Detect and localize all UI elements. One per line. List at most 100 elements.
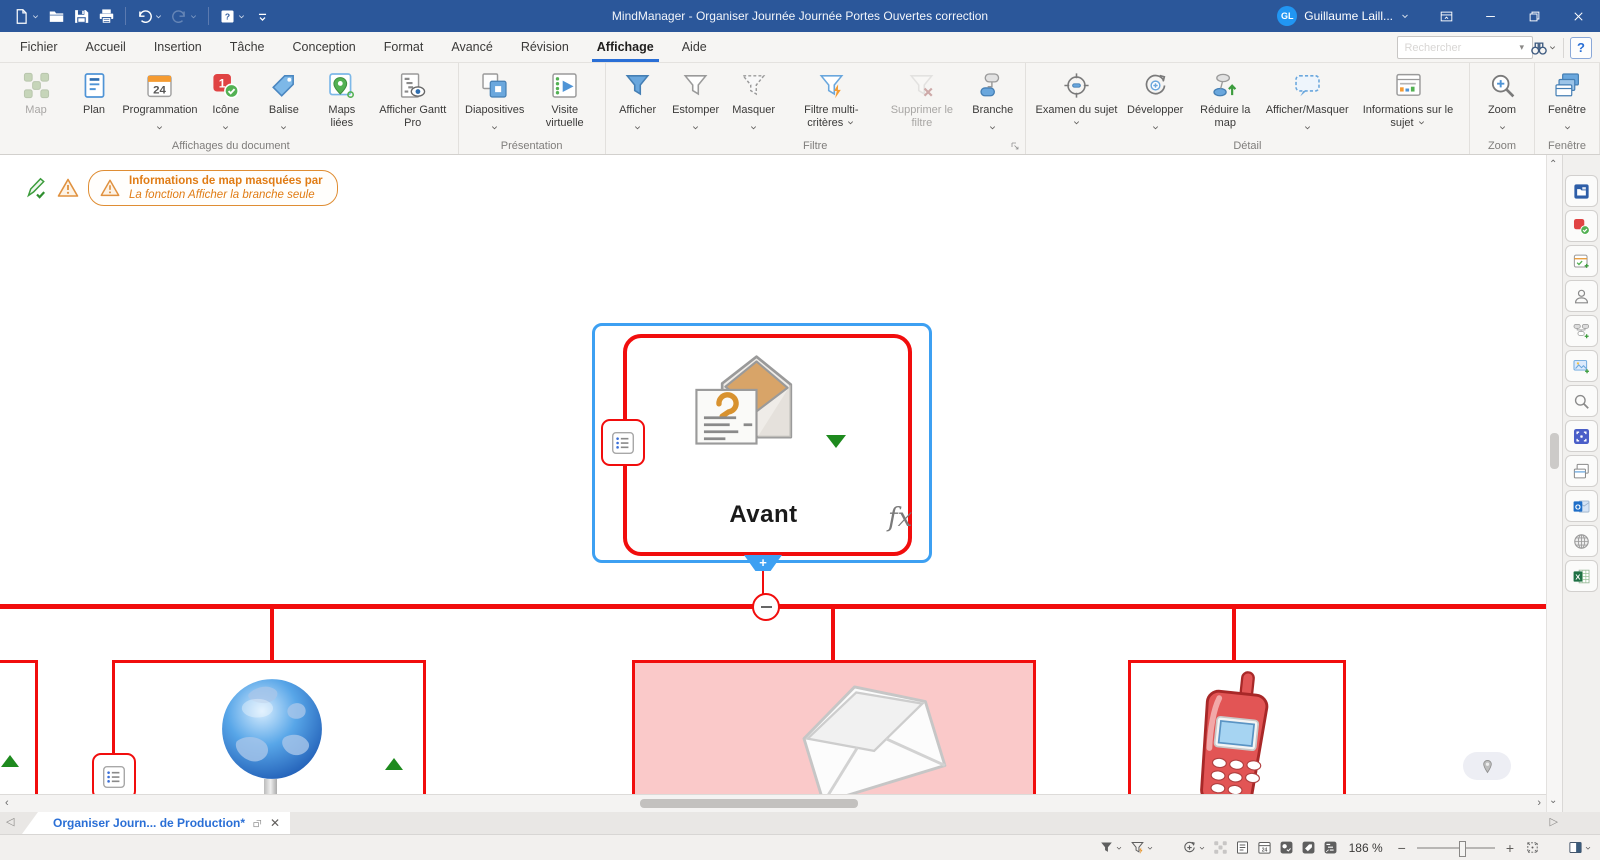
tab-affichage[interactable]: Affichage bbox=[583, 32, 668, 62]
scroll-down-icon[interactable]: ⌄ bbox=[1549, 795, 1557, 806]
zoom-button[interactable]: Zoom bbox=[1474, 65, 1530, 136]
panel-layout-button[interactable] bbox=[1568, 840, 1592, 855]
sidebar-tab-outlook[interactable]: O bbox=[1565, 490, 1598, 522]
open-button[interactable] bbox=[45, 6, 68, 27]
tab-tâche[interactable]: Tâche bbox=[216, 32, 279, 62]
masquer-button[interactable]: Masquer bbox=[726, 65, 782, 136]
save-button[interactable] bbox=[70, 6, 93, 27]
tab-insertion[interactable]: Insertion bbox=[140, 32, 216, 62]
float-window-icon[interactable] bbox=[252, 818, 263, 829]
sidebar-tab-web[interactable] bbox=[1565, 525, 1598, 557]
tab-scroll-left-icon[interactable]: ◁ bbox=[6, 815, 14, 828]
visite-virtuelle-button[interactable]: Visite virtuelle bbox=[529, 65, 601, 130]
chevron-down-icon[interactable] bbox=[189, 12, 198, 21]
edit-check-icon[interactable] bbox=[24, 176, 48, 200]
tab-avancé[interactable]: Avancé bbox=[437, 32, 506, 62]
status-view-icons-button[interactable] bbox=[1279, 840, 1294, 855]
map-warning-banner[interactable]: Informations de map masquées par La fonc… bbox=[88, 170, 338, 206]
collapse-branch-button[interactable] bbox=[752, 593, 780, 621]
chevron-down-icon[interactable] bbox=[154, 12, 163, 21]
tab-aide[interactable]: Aide bbox=[668, 32, 721, 62]
sidebar-tab-focus[interactable] bbox=[1565, 420, 1598, 452]
icône-button[interactable]: 1Icône bbox=[198, 65, 254, 136]
close-button[interactable] bbox=[1556, 0, 1600, 32]
warning-triangle-icon[interactable] bbox=[56, 176, 80, 200]
add-subtopic-button[interactable]: + bbox=[744, 555, 782, 571]
subtopic-node-partial[interactable] bbox=[0, 660, 38, 806]
document-tab[interactable]: Organiser Journ... de Production* ✕ bbox=[22, 812, 290, 834]
estomper-button[interactable]: Estomper bbox=[668, 65, 724, 136]
scroll-up-icon[interactable]: ⌃ bbox=[1549, 159, 1557, 170]
status-view-tags-button[interactable] bbox=[1301, 840, 1316, 855]
close-tab-icon[interactable]: ✕ bbox=[270, 816, 280, 830]
programmation-button[interactable]: 24Programmation bbox=[124, 65, 196, 136]
help-button[interactable]: ? bbox=[1570, 37, 1592, 59]
expand-triangle-icon[interactable] bbox=[1, 755, 19, 767]
afficher-gantt-pro-button[interactable]: Afficher Gantt Pro bbox=[372, 65, 454, 130]
sidebar-tab-snippets[interactable] bbox=[1565, 455, 1598, 487]
scrollbar-thumb[interactable] bbox=[1550, 433, 1559, 469]
customize-qat-button[interactable] bbox=[251, 6, 274, 27]
sidebar-tab-image-library[interactable] bbox=[1565, 350, 1598, 382]
tab-révision[interactable]: Révision bbox=[507, 32, 583, 62]
sidebar-tab-map-index[interactable] bbox=[1565, 175, 1598, 207]
scroll-right-icon[interactable]: › bbox=[1537, 796, 1541, 811]
undo-button[interactable] bbox=[133, 6, 166, 27]
sidebar-tab-search[interactable] bbox=[1565, 385, 1598, 417]
examen-du-sujet-button[interactable]: Examen du sujet bbox=[1030, 65, 1123, 130]
zoom-out-button[interactable]: − bbox=[1394, 840, 1410, 856]
réduire-la-map-button[interactable]: Réduire la map bbox=[1187, 65, 1263, 130]
afficher-masquer-button[interactable]: Afficher/Masquer bbox=[1265, 65, 1349, 136]
scrollbar-thumb[interactable] bbox=[640, 799, 858, 808]
tab-format[interactable]: Format bbox=[370, 32, 438, 62]
status-filter-button[interactable] bbox=[1099, 840, 1123, 855]
tab-accueil[interactable]: Accueil bbox=[72, 32, 140, 62]
diapositives-button[interactable]: Diapositives bbox=[463, 65, 527, 136]
scroll-left-icon[interactable]: ‹ bbox=[5, 796, 9, 811]
status-view-gantt-button[interactable] bbox=[1323, 840, 1338, 855]
restore-button[interactable] bbox=[1512, 0, 1556, 32]
développer-button[interactable]: Développer bbox=[1125, 65, 1185, 136]
chevron-down-icon[interactable] bbox=[237, 12, 246, 21]
chevron-down-icon[interactable] bbox=[31, 12, 40, 21]
map-canvas[interactable]: Informations de map masquées par La fonc… bbox=[0, 155, 1546, 812]
informations-sur-le-sujet-button[interactable]: Informations sur le sujet bbox=[1351, 65, 1465, 130]
tab-conception[interactable]: Conception bbox=[279, 32, 370, 62]
plan-button[interactable]: Plan bbox=[66, 65, 122, 117]
search-input[interactable] bbox=[1397, 36, 1533, 59]
zoom-in-button[interactable]: + bbox=[1502, 840, 1518, 856]
sidebar-tab-map-parts[interactable] bbox=[1565, 315, 1598, 347]
status-power-filter-button[interactable] bbox=[1130, 840, 1154, 855]
zoom-slider-handle[interactable] bbox=[1459, 841, 1466, 857]
maps-liées-button[interactable]: Maps liées bbox=[314, 65, 370, 130]
afficher-button[interactable]: Afficher bbox=[610, 65, 666, 136]
zoom-slider[interactable] bbox=[1417, 840, 1495, 856]
filtre-multi-critères-button[interactable]: Filtre multi-critères bbox=[784, 65, 879, 130]
sidebar-tab-excel[interactable]: X bbox=[1565, 560, 1598, 592]
expand-triangle-icon[interactable] bbox=[385, 758, 403, 770]
dialog-launcher-icon[interactable] bbox=[1009, 140, 1021, 152]
fenêtre-button[interactable]: Fenêtre bbox=[1539, 65, 1595, 136]
help-button[interactable]: ? bbox=[216, 6, 249, 27]
branche-button[interactable]: Branche bbox=[965, 65, 1021, 136]
find-button[interactable] bbox=[1530, 39, 1557, 57]
balise-button[interactable]: Balise bbox=[256, 65, 312, 136]
sidebar-tab-map-markers[interactable] bbox=[1565, 210, 1598, 242]
print-button[interactable] bbox=[95, 6, 118, 27]
status-develop-button[interactable] bbox=[1182, 840, 1206, 855]
topic-notes-badge[interactable] bbox=[92, 753, 136, 800]
expand-triangle-icon[interactable] bbox=[826, 435, 846, 448]
sidebar-tab-resources[interactable] bbox=[1565, 280, 1598, 312]
topic-notes-badge[interactable] bbox=[601, 419, 645, 466]
vertical-scrollbar[interactable]: ⌃ ⌄ bbox=[1546, 155, 1562, 812]
tab-scroll-right-icon[interactable]: ▷ bbox=[1550, 815, 1558, 828]
status-view-schedule-button[interactable]: 24 bbox=[1257, 840, 1272, 855]
new-document-button[interactable] bbox=[10, 6, 43, 27]
status-view-outline-button[interactable] bbox=[1235, 840, 1250, 855]
location-pin-button[interactable] bbox=[1463, 752, 1511, 780]
account-menu[interactable]: GL Guillaume Laill... bbox=[1277, 6, 1410, 26]
minimize-button[interactable] bbox=[1468, 0, 1512, 32]
tab-fichier[interactable]: Fichier bbox=[6, 32, 72, 62]
horizontal-scrollbar[interactable]: ‹ › bbox=[0, 794, 1546, 812]
ribbon-display-options-button[interactable] bbox=[1424, 0, 1468, 32]
